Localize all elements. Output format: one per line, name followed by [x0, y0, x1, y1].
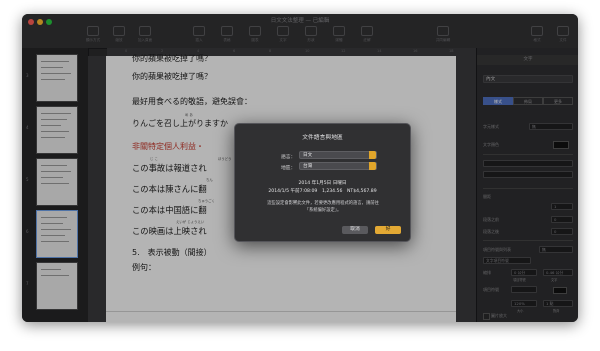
dialog-note: 這些設定會影響此文件，若要更改應用程式的語言，請前往「系統偏好設定」。	[267, 201, 379, 213]
chevron-updown-icon	[369, 151, 376, 159]
cancel-button[interactable]: 取消	[342, 226, 368, 234]
ok-button[interactable]: 好	[375, 226, 401, 234]
number-sample: 2014/1/5 午前7:08:09 1,234.56 NT$4,567.89	[268, 189, 377, 194]
app-window: 日文文法整理 — 已編輯 顯示方式 縮放 加入頁面 插入 表格 圖表 文字 形狀…	[22, 14, 578, 322]
region-select[interactable]: 台灣	[299, 162, 377, 170]
date-sample: 2014 年1月5日 日曜日	[298, 181, 347, 186]
language-select[interactable]: 日文	[299, 151, 377, 159]
region-value: 台灣	[303, 164, 313, 169]
dialog-title: 文件語言與地區	[302, 135, 343, 141]
language-region-dialog: 文件語言與地區 語言： 日文 地區： 台灣 2014 年1月5日 日曜日 201…	[234, 123, 411, 242]
language-value: 日文	[303, 153, 313, 158]
chevron-updown-icon	[369, 162, 376, 170]
language-label: 語言：	[281, 155, 296, 160]
region-label: 地區：	[281, 166, 296, 171]
